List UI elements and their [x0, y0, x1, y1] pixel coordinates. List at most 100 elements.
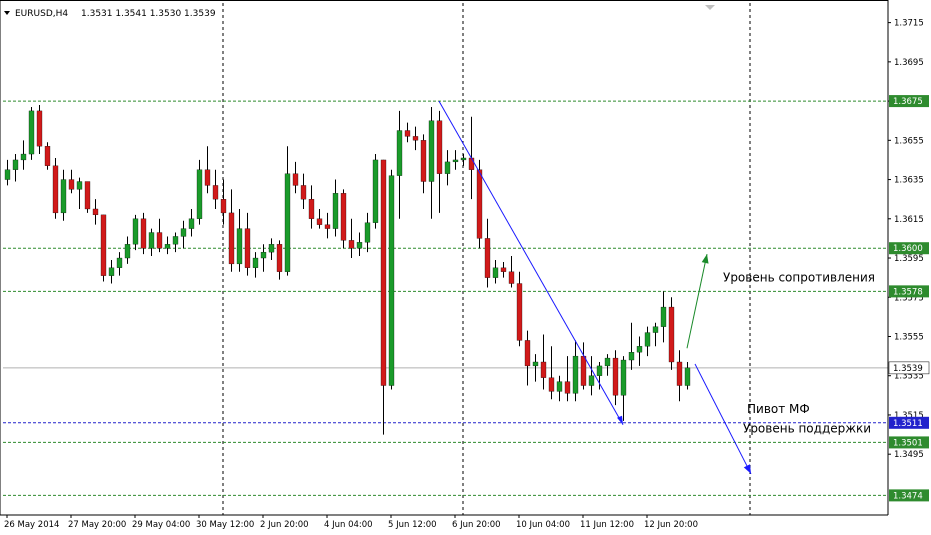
symbol-title: EURUSD,H4	[15, 9, 68, 19]
bull-candle-body	[20, 153, 27, 161]
bull-candle-body	[28, 110, 35, 155]
candlestick-chart[interactable]: Уровень сопротивления Пивот МФ Уровень под…	[0, 0, 931, 535]
bull-candle-body	[604, 357, 611, 367]
y-tick-label: 1.3695	[894, 58, 924, 68]
bear-candle-body	[324, 224, 331, 229]
y-tick-label: 1.3595	[894, 254, 924, 264]
bear-candle-body	[276, 244, 283, 272]
level-price-label: 1.3578	[893, 287, 923, 297]
bull-candle-body	[172, 236, 179, 245]
bull-candle-body	[452, 159, 459, 163]
bear-candle-body	[212, 185, 219, 200]
bull-candle-body	[180, 228, 187, 237]
bear-candle-body	[548, 377, 555, 392]
y-tick-label: 1.3555	[894, 332, 924, 342]
bear-candle-body	[580, 355, 587, 386]
bear-candle-body	[676, 361, 683, 386]
candle	[84, 181, 91, 213]
bull-candle-body	[532, 361, 539, 367]
bear-candle-body	[340, 193, 347, 241]
bear-candle-body	[612, 357, 619, 396]
bear-candle-body	[140, 218, 147, 249]
bear-candle-body	[508, 271, 515, 284]
bull-candle-body	[12, 159, 19, 170]
bear-candle-body	[564, 381, 571, 394]
bull-candle-body	[492, 267, 499, 278]
bull-candle-body	[116, 257, 123, 268]
candle	[372, 154, 379, 229]
bull-candle-body	[372, 159, 379, 223]
x-tick-label: 5 Jun 12:00	[388, 520, 437, 530]
level-price-label: 1.3501	[893, 438, 923, 448]
bull-candle-body	[596, 365, 603, 376]
bear-candle-body	[380, 159, 387, 386]
bull-candle-body	[460, 157, 467, 161]
bull-candle-body	[236, 228, 243, 265]
bear-candle-body	[220, 199, 227, 214]
bull-candle-body	[556, 381, 563, 392]
level-price-label: 1.3675	[893, 97, 923, 107]
x-tick-label: 11 Jun 12:00	[580, 520, 634, 530]
y-tick-label: 1.3495	[894, 450, 924, 460]
y-tick-label: 1.3635	[894, 176, 924, 186]
bear-candle-body	[516, 283, 523, 341]
bull-candle-body	[588, 375, 595, 386]
bull-candle-body	[260, 251, 267, 259]
candle	[28, 106, 35, 160]
bear-candle-body	[468, 157, 475, 170]
bear-candle-body	[244, 228, 251, 268]
bear-candle-body	[36, 110, 43, 147]
bull-candle-body	[164, 244, 171, 249]
bull-candle-body	[60, 179, 67, 214]
plot-background	[0, 0, 931, 535]
bull-candle-body	[108, 267, 115, 276]
bull-candle-body	[188, 218, 195, 229]
x-tick-label: 6 Jun 20:00	[452, 520, 501, 530]
annotation-label: Уровень сопротивления	[723, 270, 875, 284]
y-tick-label: 1.3715	[894, 19, 924, 29]
candle	[140, 212, 147, 255]
level-price-label: 1.3474	[893, 491, 923, 501]
bull-candle-body	[196, 169, 203, 219]
x-tick-label: 4 Jun 04:00	[324, 520, 373, 530]
bull-candle-body	[268, 244, 275, 253]
bear-candle-body	[404, 130, 411, 137]
candle	[388, 169, 395, 390]
bear-candle-body	[68, 179, 75, 190]
bull-candle-body	[396, 130, 403, 176]
bull-candle-body	[644, 332, 651, 347]
bear-candle-body	[476, 169, 483, 239]
candle	[340, 189, 347, 249]
bear-candle-body	[316, 218, 323, 225]
x-tick-label: 27 May 20:00	[68, 520, 126, 530]
bull-candle-body	[124, 244, 131, 259]
bear-candle-body	[484, 238, 491, 278]
bear-candle-body	[348, 240, 355, 249]
y-tick-label: 1.3655	[894, 136, 924, 146]
bear-candle-body	[84, 181, 91, 210]
x-tick-label: 30 May 12:00	[196, 520, 254, 530]
y-tick-label: 1.3615	[894, 215, 924, 225]
bull-candle-body	[356, 242, 363, 249]
bear-candle-body	[44, 146, 51, 166]
bull-candle-body	[660, 306, 667, 327]
bear-candle-body	[52, 165, 59, 214]
bear-candle-body	[292, 173, 299, 186]
bull-candle-body	[284, 173, 291, 272]
bull-candle-body	[388, 175, 395, 386]
bull-candle-body	[652, 326, 659, 333]
bear-candle-body	[524, 340, 531, 367]
bear-candle-body	[204, 169, 211, 186]
bear-candle-body	[300, 185, 307, 200]
bull-candle-body	[444, 161, 451, 174]
x-tick-label: 10 Jun 04:00	[516, 520, 570, 530]
level-price-label: 1.3600	[893, 244, 923, 254]
bear-candle-body	[540, 361, 547, 378]
bear-candle-body	[100, 214, 107, 276]
candle	[100, 214, 107, 282]
candle	[668, 297, 675, 370]
bear-candle-body	[156, 232, 163, 249]
bear-candle-body	[228, 212, 235, 265]
candle	[52, 157, 59, 219]
bull-candle-body	[628, 352, 635, 361]
